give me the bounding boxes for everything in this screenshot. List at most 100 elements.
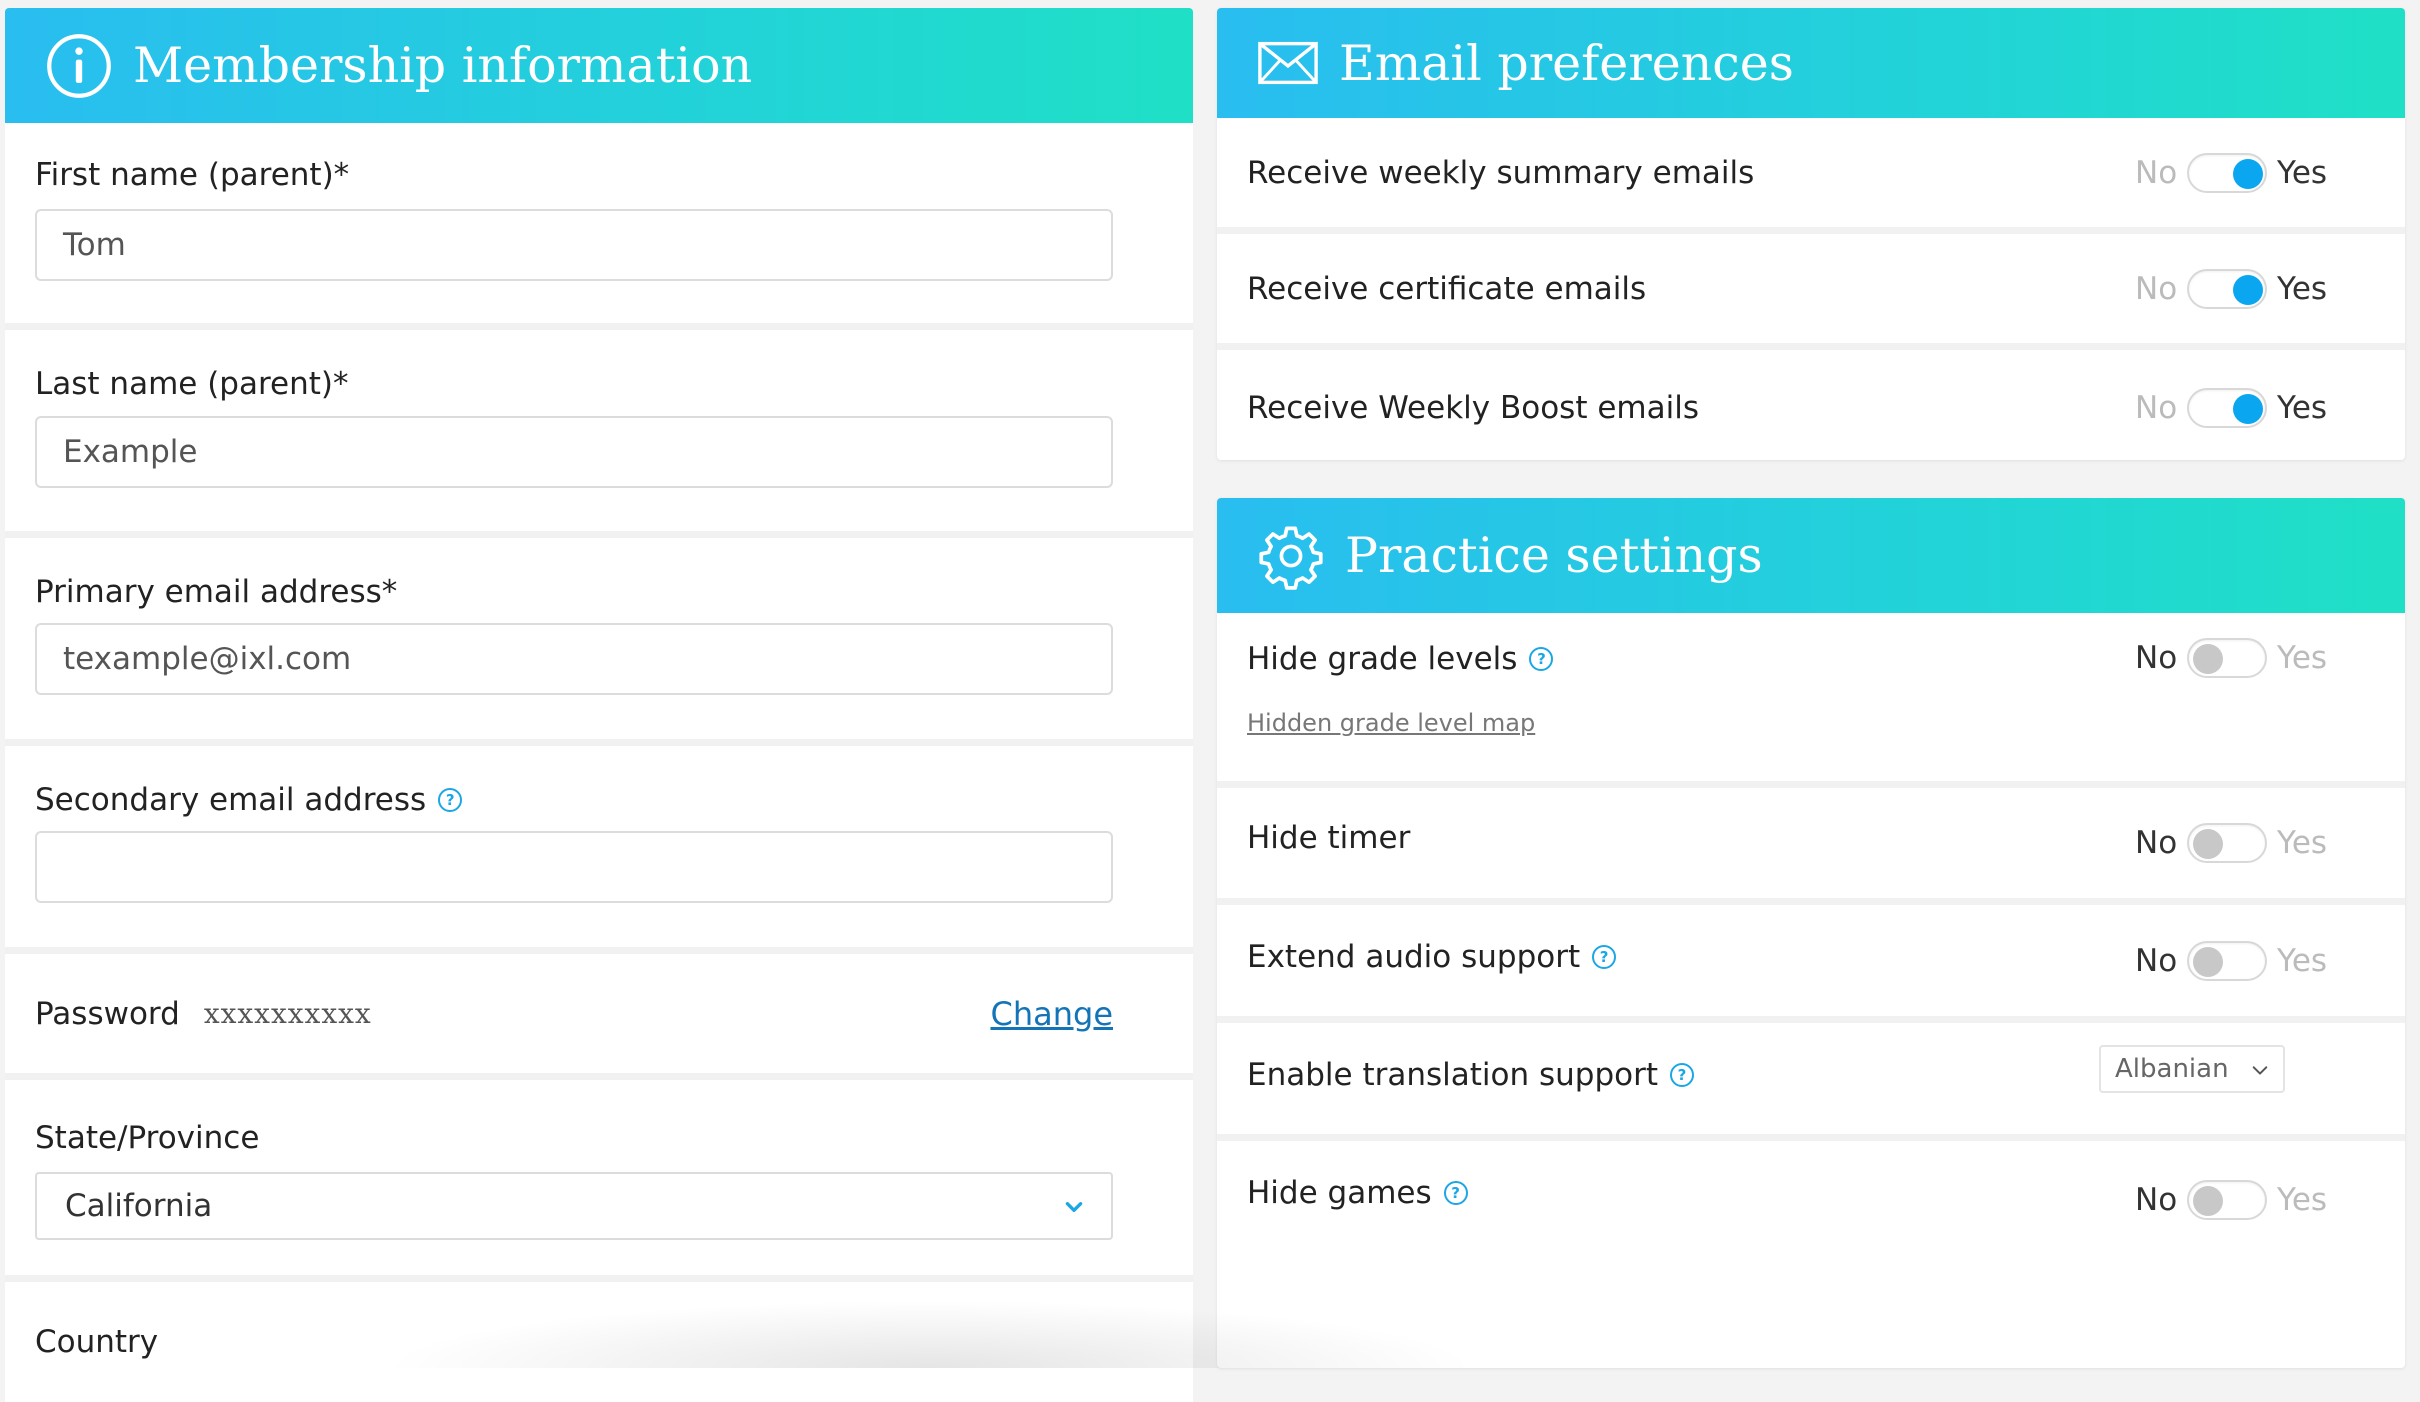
help-icon[interactable]: ? (1592, 945, 1617, 969)
toggle-no-label: No (2135, 640, 2178, 676)
extend-audio-label-wrap: Extend audio support ? (1247, 939, 1617, 975)
hide-games-label-wrap: Hide games ? (1247, 1175, 1468, 1211)
primary-email-field-group: Primary email address* texample@ixl.com (5, 538, 1193, 746)
toggle-knob (2193, 829, 2223, 859)
hide-timer-toggle[interactable]: No Yes (2135, 788, 2327, 898)
translation-label-wrap: Enable translation support ? (1247, 1057, 1695, 1093)
toggle-no-label: No (2135, 390, 2178, 426)
toggle-no-label: No (2135, 1181, 2178, 1218)
translation-label: Enable translation support (1247, 1057, 1659, 1093)
email-preferences-header: Email preferences (1217, 8, 2405, 118)
setting-row-translation: Enable translation support ? Albanian (1217, 1023, 2405, 1141)
pref-label: Receive weekly summary emails (1247, 154, 1755, 191)
info-icon (45, 32, 113, 100)
toggle-yes-label: Yes (2277, 640, 2328, 676)
hide-timer-label: Hide timer (1247, 820, 1411, 856)
first-name-input[interactable]: Tom (35, 209, 1113, 281)
last-name-input[interactable]: Example (35, 416, 1113, 488)
toggle-yes-label: Yes (2277, 270, 2328, 307)
country-label: Country (35, 1324, 159, 1360)
first-name-label: First name (parent)* (35, 157, 350, 193)
secondary-email-label-wrap: Secondary email address ? (35, 782, 463, 818)
secondary-email-input[interactable] (35, 831, 1113, 903)
toggle-knob (2193, 946, 2223, 977)
certificate-toggle[interactable]: No Yes (2135, 234, 2327, 343)
practice-settings-header: Practice settings (1217, 498, 2405, 613)
pref-label: Receive Weekly Boost emails (1247, 390, 1699, 426)
toggle-yes-label: Yes (2277, 154, 2328, 191)
password-field-group: Password xxxxxxxxxx Change (5, 954, 1193, 1080)
hide-games-label: Hide games (1247, 1175, 1432, 1211)
setting-row-hide-grade-levels: Hide grade levels ? No Yes Hidden grade … (1217, 613, 2405, 788)
chevron-down-icon (1065, 1202, 1083, 1212)
toggle-switch[interactable] (2187, 638, 2267, 678)
toggle-switch[interactable] (2187, 152, 2267, 193)
primary-email-input[interactable]: texample@ixl.com (35, 623, 1113, 695)
toggle-knob (2233, 394, 2263, 424)
last-name-label: Last name (parent)* (35, 366, 349, 402)
toggle-yes-label: Yes (2277, 942, 2328, 979)
first-name-field-group: First name (parent)* Tom (5, 123, 1193, 330)
state-field-group: State/Province California (5, 1080, 1193, 1282)
membership-title: Membership information (133, 37, 753, 94)
help-icon[interactable]: ? (1670, 1063, 1695, 1087)
help-icon[interactable]: ? (438, 788, 463, 812)
right-column: Email preferences Receive weekly summary… (1217, 8, 2405, 1368)
email-preferences-card: Email preferences Receive weekly summary… (1217, 8, 2405, 460)
secondary-email-field-group: Secondary email address ? (5, 746, 1193, 954)
toggle-yes-label: Yes (2277, 390, 2328, 426)
chevron-down-icon (2252, 1066, 2268, 1075)
membership-header: Membership information (5, 8, 1193, 123)
toggle-yes-label: Yes (2277, 1181, 2328, 1218)
help-icon[interactable]: ? (1443, 1181, 1468, 1205)
secondary-email-label: Secondary email address (35, 782, 427, 818)
toggle-switch[interactable] (2187, 268, 2267, 309)
toggle-knob (2193, 1185, 2223, 1216)
password-label: Password (35, 995, 180, 1032)
toggle-no-label: No (2135, 825, 2178, 861)
pref-label: Receive certificate emails (1247, 270, 1647, 307)
toggle-switch[interactable] (2187, 940, 2267, 981)
practice-settings-title: Practice settings (1345, 527, 1763, 584)
state-label: State/Province (35, 1120, 260, 1156)
envelope-icon (1257, 39, 1319, 87)
toggle-switch[interactable] (2187, 388, 2267, 428)
primary-email-label: Primary email address* (35, 574, 398, 610)
toggle-no-label: No (2135, 942, 2178, 979)
weekly-summary-toggle[interactable]: No Yes (2135, 118, 2327, 227)
translation-language-select[interactable]: Albanian (2099, 1045, 2285, 1093)
help-icon[interactable]: ? (1529, 647, 1554, 671)
password-row: Password xxxxxxxxxx (35, 954, 372, 1073)
toggle-switch[interactable] (2187, 1179, 2267, 1220)
pref-row-certificate: Receive certificate emails No Yes (1217, 234, 2405, 350)
hide-games-toggle[interactable]: No Yes (2135, 1141, 2327, 1258)
setting-row-hide-games: Hide games ? No Yes (1217, 1141, 2405, 1258)
practice-settings-card: Practice settings Hide grade levels ? No… (1217, 498, 2405, 1368)
country-field-group: Country (5, 1282, 1193, 1402)
toggle-switch[interactable] (2187, 823, 2267, 863)
gear-icon (1257, 522, 1325, 590)
toggle-yes-label: Yes (2277, 825, 2328, 861)
hide-grade-levels-toggle[interactable]: No Yes (2135, 613, 2327, 703)
state-select[interactable]: California (35, 1172, 1113, 1240)
state-value: California (65, 1188, 213, 1224)
setting-row-extend-audio: Extend audio support ? No Yes (1217, 905, 2405, 1023)
toggle-knob (2233, 158, 2263, 189)
weekly-boost-toggle[interactable]: No Yes (2135, 350, 2327, 466)
email-preferences-title: Email preferences (1339, 34, 1794, 92)
toggle-no-label: No (2135, 270, 2178, 307)
translation-language-value: Albanian (2115, 1054, 2229, 1084)
hide-grade-levels-label-wrap: Hide grade levels ? (1247, 641, 1554, 677)
change-password-link[interactable]: Change (990, 954, 1113, 1073)
password-mask: xxxxxxxxxx (203, 997, 372, 1030)
toggle-knob (2233, 274, 2263, 305)
extend-audio-label: Extend audio support (1247, 939, 1581, 975)
setting-row-hide-timer: Hide timer No Yes (1217, 788, 2405, 905)
pref-row-weekly-summary: Receive weekly summary emails No Yes (1217, 118, 2405, 234)
extend-audio-toggle[interactable]: No Yes (2135, 905, 2327, 1016)
hidden-grade-level-map-link[interactable]: Hidden grade level map (1247, 709, 1535, 737)
toggle-knob (2193, 644, 2223, 674)
hide-grade-levels-label: Hide grade levels (1247, 641, 1518, 677)
membership-card: Membership information First name (paren… (5, 8, 1193, 1402)
pref-row-weekly-boost: Receive Weekly Boost emails No Yes (1217, 350, 2405, 466)
